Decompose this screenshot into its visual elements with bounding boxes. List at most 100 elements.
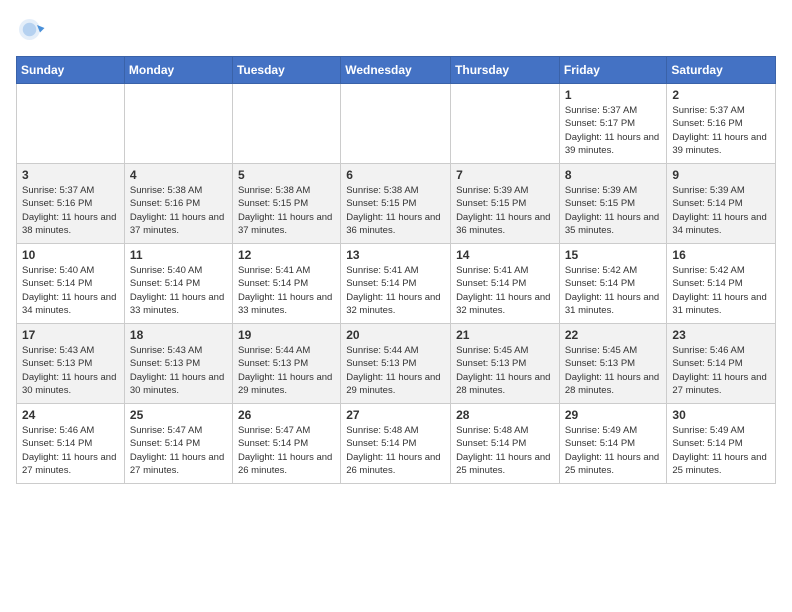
calendar-cell: 25 Sunrise: 5:47 AM Sunset: 5:14 PM Dayli… <box>124 404 232 484</box>
day-number: 1 <box>565 88 662 102</box>
day-info: Sunrise: 5:39 AM Sunset: 5:14 PM Dayligh… <box>672 184 770 237</box>
day-info: Sunrise: 5:41 AM Sunset: 5:14 PM Dayligh… <box>346 264 445 317</box>
day-number: 13 <box>346 248 445 262</box>
weekday-header: Wednesday <box>341 57 451 84</box>
day-number: 10 <box>22 248 119 262</box>
day-number: 21 <box>456 328 554 342</box>
day-info: Sunrise: 5:45 AM Sunset: 5:13 PM Dayligh… <box>565 344 662 397</box>
calendar-cell: 13 Sunrise: 5:41 AM Sunset: 5:14 PM Dayli… <box>341 244 451 324</box>
calendar-cell: 11 Sunrise: 5:40 AM Sunset: 5:14 PM Dayli… <box>124 244 232 324</box>
calendar-cell: 10 Sunrise: 5:40 AM Sunset: 5:14 PM Dayli… <box>17 244 125 324</box>
calendar-cell: 23 Sunrise: 5:46 AM Sunset: 5:14 PM Dayli… <box>667 324 776 404</box>
day-number: 3 <box>22 168 119 182</box>
day-number: 8 <box>565 168 662 182</box>
day-info: Sunrise: 5:49 AM Sunset: 5:14 PM Dayligh… <box>565 424 662 477</box>
day-number: 12 <box>238 248 335 262</box>
day-info: Sunrise: 5:38 AM Sunset: 5:15 PM Dayligh… <box>238 184 335 237</box>
calendar-cell: 12 Sunrise: 5:41 AM Sunset: 5:14 PM Dayli… <box>232 244 340 324</box>
calendar-cell: 29 Sunrise: 5:49 AM Sunset: 5:14 PM Dayli… <box>559 404 667 484</box>
calendar-cell <box>341 84 451 164</box>
day-number: 20 <box>346 328 445 342</box>
calendar-cell: 19Sunrise: 5:44 AM Sunset: 5:13 PM Dayli… <box>232 324 340 404</box>
day-info: Sunrise: 5:43 AM Sunset: 5:13 PM Dayligh… <box>22 344 119 397</box>
calendar-week-row: 3 Sunrise: 5:37 AM Sunset: 5:16 PM Daylig… <box>17 164 776 244</box>
weekday-header: Friday <box>559 57 667 84</box>
day-info: Sunrise: 5:47 AM Sunset: 5:14 PM Dayligh… <box>238 424 335 477</box>
calendar-cell <box>17 84 125 164</box>
calendar-cell: 3 Sunrise: 5:37 AM Sunset: 5:16 PM Daylig… <box>17 164 125 244</box>
logo-icon <box>16 16 46 46</box>
calendar-cell: 5 Sunrise: 5:38 AM Sunset: 5:15 PM Daylig… <box>232 164 340 244</box>
day-info: Sunrise: 5:47 AM Sunset: 5:14 PM Dayligh… <box>130 424 227 477</box>
calendar-cell: 21 Sunrise: 5:45 AM Sunset: 5:13 PM Dayli… <box>451 324 560 404</box>
day-info: Sunrise: 5:41 AM Sunset: 5:14 PM Dayligh… <box>238 264 335 317</box>
day-number: 29 <box>565 408 662 422</box>
day-info: Sunrise: 5:40 AM Sunset: 5:14 PM Dayligh… <box>130 264 227 317</box>
calendar-cell: 30 Sunrise: 5:49 AM Sunset: 5:14 PM Dayli… <box>667 404 776 484</box>
calendar-cell: 24 Sunrise: 5:46 AM Sunset: 5:14 PM Dayli… <box>17 404 125 484</box>
day-number: 16 <box>672 248 770 262</box>
calendar-cell: 8Sunrise: 5:39 AM Sunset: 5:15 PM Daylig… <box>559 164 667 244</box>
calendar-cell <box>451 84 560 164</box>
day-number: 24 <box>22 408 119 422</box>
calendar-week-row: 10 Sunrise: 5:40 AM Sunset: 5:14 PM Dayli… <box>17 244 776 324</box>
day-info: Sunrise: 5:49 AM Sunset: 5:14 PM Dayligh… <box>672 424 770 477</box>
calendar-cell <box>232 84 340 164</box>
day-number: 25 <box>130 408 227 422</box>
day-number: 15 <box>565 248 662 262</box>
calendar-cell: 6Sunrise: 5:38 AM Sunset: 5:15 PM Daylig… <box>341 164 451 244</box>
day-info: Sunrise: 5:48 AM Sunset: 5:14 PM Dayligh… <box>456 424 554 477</box>
day-number: 9 <box>672 168 770 182</box>
day-number: 11 <box>130 248 227 262</box>
day-number: 5 <box>238 168 335 182</box>
day-info: Sunrise: 5:40 AM Sunset: 5:14 PM Dayligh… <box>22 264 119 317</box>
day-number: 2 <box>672 88 770 102</box>
weekday-header: Saturday <box>667 57 776 84</box>
calendar-week-row: 24 Sunrise: 5:46 AM Sunset: 5:14 PM Dayli… <box>17 404 776 484</box>
calendar-cell: 2 Sunrise: 5:37 AM Sunset: 5:16 PM Daylig… <box>667 84 776 164</box>
day-number: 23 <box>672 328 770 342</box>
calendar-cell: 27 Sunrise: 5:48 AM Sunset: 5:14 PM Dayli… <box>341 404 451 484</box>
day-info: Sunrise: 5:37 AM Sunset: 5:17 PM Dayligh… <box>565 104 662 157</box>
day-info: Sunrise: 5:45 AM Sunset: 5:13 PM Dayligh… <box>456 344 554 397</box>
calendar-week-row: 17 Sunrise: 5:43 AM Sunset: 5:13 PM Dayli… <box>17 324 776 404</box>
day-number: 30 <box>672 408 770 422</box>
day-info: Sunrise: 5:39 AM Sunset: 5:15 PM Dayligh… <box>456 184 554 237</box>
day-info: Sunrise: 5:46 AM Sunset: 5:14 PM Dayligh… <box>22 424 119 477</box>
day-info: Sunrise: 5:38 AM Sunset: 5:16 PM Dayligh… <box>130 184 227 237</box>
weekday-header: Sunday <box>17 57 125 84</box>
calendar-cell: 7 Sunrise: 5:39 AM Sunset: 5:15 PM Daylig… <box>451 164 560 244</box>
calendar-cell: 20 Sunrise: 5:44 AM Sunset: 5:13 PM Dayli… <box>341 324 451 404</box>
calendar-cell <box>124 84 232 164</box>
day-number: 4 <box>130 168 227 182</box>
weekday-header: Monday <box>124 57 232 84</box>
day-info: Sunrise: 5:37 AM Sunset: 5:16 PM Dayligh… <box>672 104 770 157</box>
day-number: 7 <box>456 168 554 182</box>
calendar-week-row: 1 Sunrise: 5:37 AM Sunset: 5:17 PM Daylig… <box>17 84 776 164</box>
day-info: Sunrise: 5:37 AM Sunset: 5:16 PM Dayligh… <box>22 184 119 237</box>
day-info: Sunrise: 5:43 AM Sunset: 5:13 PM Dayligh… <box>130 344 227 397</box>
day-info: Sunrise: 5:48 AM Sunset: 5:14 PM Dayligh… <box>346 424 445 477</box>
logo <box>16 16 50 46</box>
calendar-cell: 4 Sunrise: 5:38 AM Sunset: 5:16 PM Daylig… <box>124 164 232 244</box>
calendar-cell: 28 Sunrise: 5:48 AM Sunset: 5:14 PM Dayli… <box>451 404 560 484</box>
day-number: 22 <box>565 328 662 342</box>
day-number: 17 <box>22 328 119 342</box>
day-number: 28 <box>456 408 554 422</box>
weekday-header: Thursday <box>451 57 560 84</box>
day-info: Sunrise: 5:44 AM Sunset: 5:13 PM Dayligh… <box>346 344 445 397</box>
calendar-cell: 15Sunrise: 5:42 AM Sunset: 5:14 PM Dayli… <box>559 244 667 324</box>
day-info: Sunrise: 5:42 AM Sunset: 5:14 PM Dayligh… <box>672 264 770 317</box>
day-info: Sunrise: 5:46 AM Sunset: 5:14 PM Dayligh… <box>672 344 770 397</box>
calendar-cell: 26 Sunrise: 5:47 AM Sunset: 5:14 PM Dayli… <box>232 404 340 484</box>
day-number: 6 <box>346 168 445 182</box>
calendar-table: SundayMondayTuesdayWednesdayThursdayFrid… <box>16 56 776 484</box>
calendar-header-row: SundayMondayTuesdayWednesdayThursdayFrid… <box>17 57 776 84</box>
page-header <box>16 16 776 46</box>
day-number: 27 <box>346 408 445 422</box>
day-number: 19 <box>238 328 335 342</box>
weekday-header: Tuesday <box>232 57 340 84</box>
day-number: 26 <box>238 408 335 422</box>
calendar-cell: 18Sunrise: 5:43 AM Sunset: 5:13 PM Dayli… <box>124 324 232 404</box>
day-info: Sunrise: 5:41 AM Sunset: 5:14 PM Dayligh… <box>456 264 554 317</box>
